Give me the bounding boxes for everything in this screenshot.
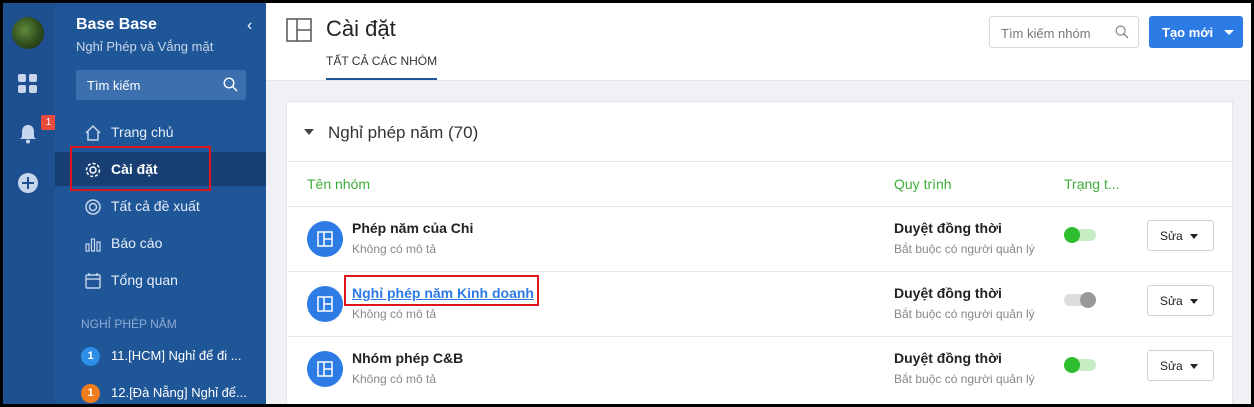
edit-label: Sửa xyxy=(1160,294,1183,308)
chevron-down-icon xyxy=(1224,30,1234,35)
card-title: Nghỉ phép năm (70) xyxy=(328,123,479,142)
table-row[interactable]: Nghỉ phép năm Kinh doanh Không có mô tả … xyxy=(287,271,1232,336)
app-title: Base Base xyxy=(76,16,157,33)
table-row[interactable]: Phép năm của Chi Không có mô tả Duyệt đồ… xyxy=(287,206,1232,271)
group-count-badge: 1 xyxy=(81,347,100,366)
group-avatar xyxy=(307,286,343,322)
sidebar-item-label: Tất cả đề xuất xyxy=(111,198,200,214)
workflow-type: Duyệt đồng thời xyxy=(894,350,1002,366)
section-label: NGHỈ PHÉP NĂM xyxy=(81,317,177,331)
table-row[interactable]: Nhóm phép C&B Không có mô tả Duyệt đồng … xyxy=(287,336,1232,401)
chevron-down-icon xyxy=(1190,234,1198,239)
group-search-placeholder: Tìm kiếm nhóm xyxy=(1001,26,1091,41)
group-card: Nghỉ phép năm (70) Tên nhóm Quy trình Tr… xyxy=(286,101,1233,404)
status-toggle[interactable] xyxy=(1064,227,1096,243)
toggle-knob xyxy=(1064,227,1080,243)
sidebar-item-label: Trang chủ xyxy=(111,124,174,140)
group-search-input[interactable]: Tìm kiếm nhóm xyxy=(989,16,1139,48)
icon-rail: 1 xyxy=(3,3,56,404)
gear-icon xyxy=(85,162,101,178)
search-icon xyxy=(223,77,238,92)
group-name[interactable]: Nhóm phép C&B xyxy=(352,350,463,366)
column-header-status: Trạng t... xyxy=(1064,176,1120,192)
layout-icon xyxy=(317,231,333,247)
group-label: 12.[Đà Nẵng] Nghỉ để... xyxy=(111,385,247,400)
edit-label: Sửa xyxy=(1160,359,1183,373)
sidebar-item-label: Tổng quan xyxy=(111,272,178,288)
sidebar-item-home[interactable]: Trang chủ xyxy=(55,115,266,149)
app-window: 1 Base Base Nghỉ Phép và Vắng mặt ‹ Tìm … xyxy=(3,3,1251,404)
create-new-label: Tạo mới xyxy=(1162,25,1214,40)
status-toggle[interactable] xyxy=(1064,292,1096,308)
group-name-link[interactable]: Nghỉ phép năm Kinh doanh xyxy=(352,285,534,301)
create-new-button[interactable]: Tạo mới xyxy=(1149,16,1243,48)
group-count-badge: 1 xyxy=(81,384,100,403)
notification-badge: 1 xyxy=(41,115,56,130)
edit-button[interactable]: Sửa xyxy=(1147,220,1214,251)
workflow-type: Duyệt đồng thời xyxy=(894,220,1002,236)
workflow-description: Bắt buộc có người quản lý xyxy=(894,372,1035,386)
toggle-knob xyxy=(1064,357,1080,373)
caret-down-icon[interactable] xyxy=(304,129,314,135)
page-title: Cài đặt xyxy=(326,16,396,41)
sidebar-item-overview[interactable]: Tổng quan xyxy=(55,263,266,297)
card-header[interactable]: Nghỉ phép năm (70) xyxy=(287,102,1232,162)
page-header: Cài đặt TẤT CẢ CÁC NHÓM Tìm kiếm nhóm Tạ… xyxy=(266,3,1251,81)
avatar[interactable] xyxy=(12,17,44,49)
sidebar-search-input[interactable]: Tìm kiếm xyxy=(76,70,246,100)
calendar-icon xyxy=(85,273,101,289)
sidebar-group-item[interactable]: 1 12.[Đà Nẵng] Nghỉ để... xyxy=(55,380,266,404)
group-avatar xyxy=(307,221,343,257)
workflow-description: Bắt buộc có người quản lý xyxy=(894,242,1035,256)
group-label: 11.[HCM] Nghỉ để đi ... xyxy=(111,348,242,363)
group-name[interactable]: Phép năm của Chi xyxy=(352,220,473,236)
target-icon xyxy=(85,199,101,215)
sidebar-item-settings[interactable]: Cài đặt xyxy=(55,152,266,186)
layout-icon xyxy=(286,18,312,42)
sidebar-item-label: Báo cáo xyxy=(111,235,163,251)
column-header-workflow: Quy trình xyxy=(894,176,952,192)
sidebar-item-reports[interactable]: Báo cáo xyxy=(55,226,266,260)
layout-icon xyxy=(317,361,333,377)
edit-button[interactable]: Sửa xyxy=(1147,350,1214,381)
tab-all-groups[interactable]: TẤT CẢ CÁC NHÓM xyxy=(326,54,438,80)
chevron-down-icon xyxy=(1190,364,1198,369)
sidebar-item-label: Cài đặt xyxy=(111,161,158,177)
toggle-knob xyxy=(1080,292,1096,308)
group-avatar xyxy=(307,351,343,387)
edit-label: Sửa xyxy=(1160,229,1183,243)
group-description: Không có mô tả xyxy=(352,242,437,256)
sidebar-item-all-requests[interactable]: Tất cả đề xuất xyxy=(55,189,266,223)
sidebar-search-placeholder: Tìm kiếm xyxy=(87,78,141,93)
workflow-type: Duyệt đồng thời xyxy=(894,285,1002,301)
column-header-name: Tên nhóm xyxy=(307,176,371,192)
sidebar: Base Base Nghỉ Phép và Vắng mặt ‹ Tìm ki… xyxy=(55,3,266,404)
workflow-description: Bắt buộc có người quản lý xyxy=(894,307,1035,321)
apps-grid-icon[interactable] xyxy=(17,73,39,95)
group-description: Không có mô tả xyxy=(352,307,437,321)
group-description: Không có mô tả xyxy=(352,372,437,386)
status-toggle[interactable] xyxy=(1064,357,1096,373)
bell-icon[interactable] xyxy=(17,123,39,145)
layout-icon xyxy=(317,296,333,312)
add-circle-icon[interactable] xyxy=(17,172,39,194)
app-subtitle: Nghỉ Phép và Vắng mặt xyxy=(76,39,214,54)
home-icon xyxy=(85,124,101,141)
sidebar-group-item[interactable]: 1 11.[HCM] Nghỉ để đi ... xyxy=(55,343,266,371)
search-icon xyxy=(1115,25,1129,39)
bar-chart-icon xyxy=(85,238,101,252)
collapse-sidebar-icon[interactable]: ‹ xyxy=(247,17,252,35)
edit-button[interactable]: Sửa xyxy=(1147,285,1214,316)
chevron-down-icon xyxy=(1190,299,1198,304)
